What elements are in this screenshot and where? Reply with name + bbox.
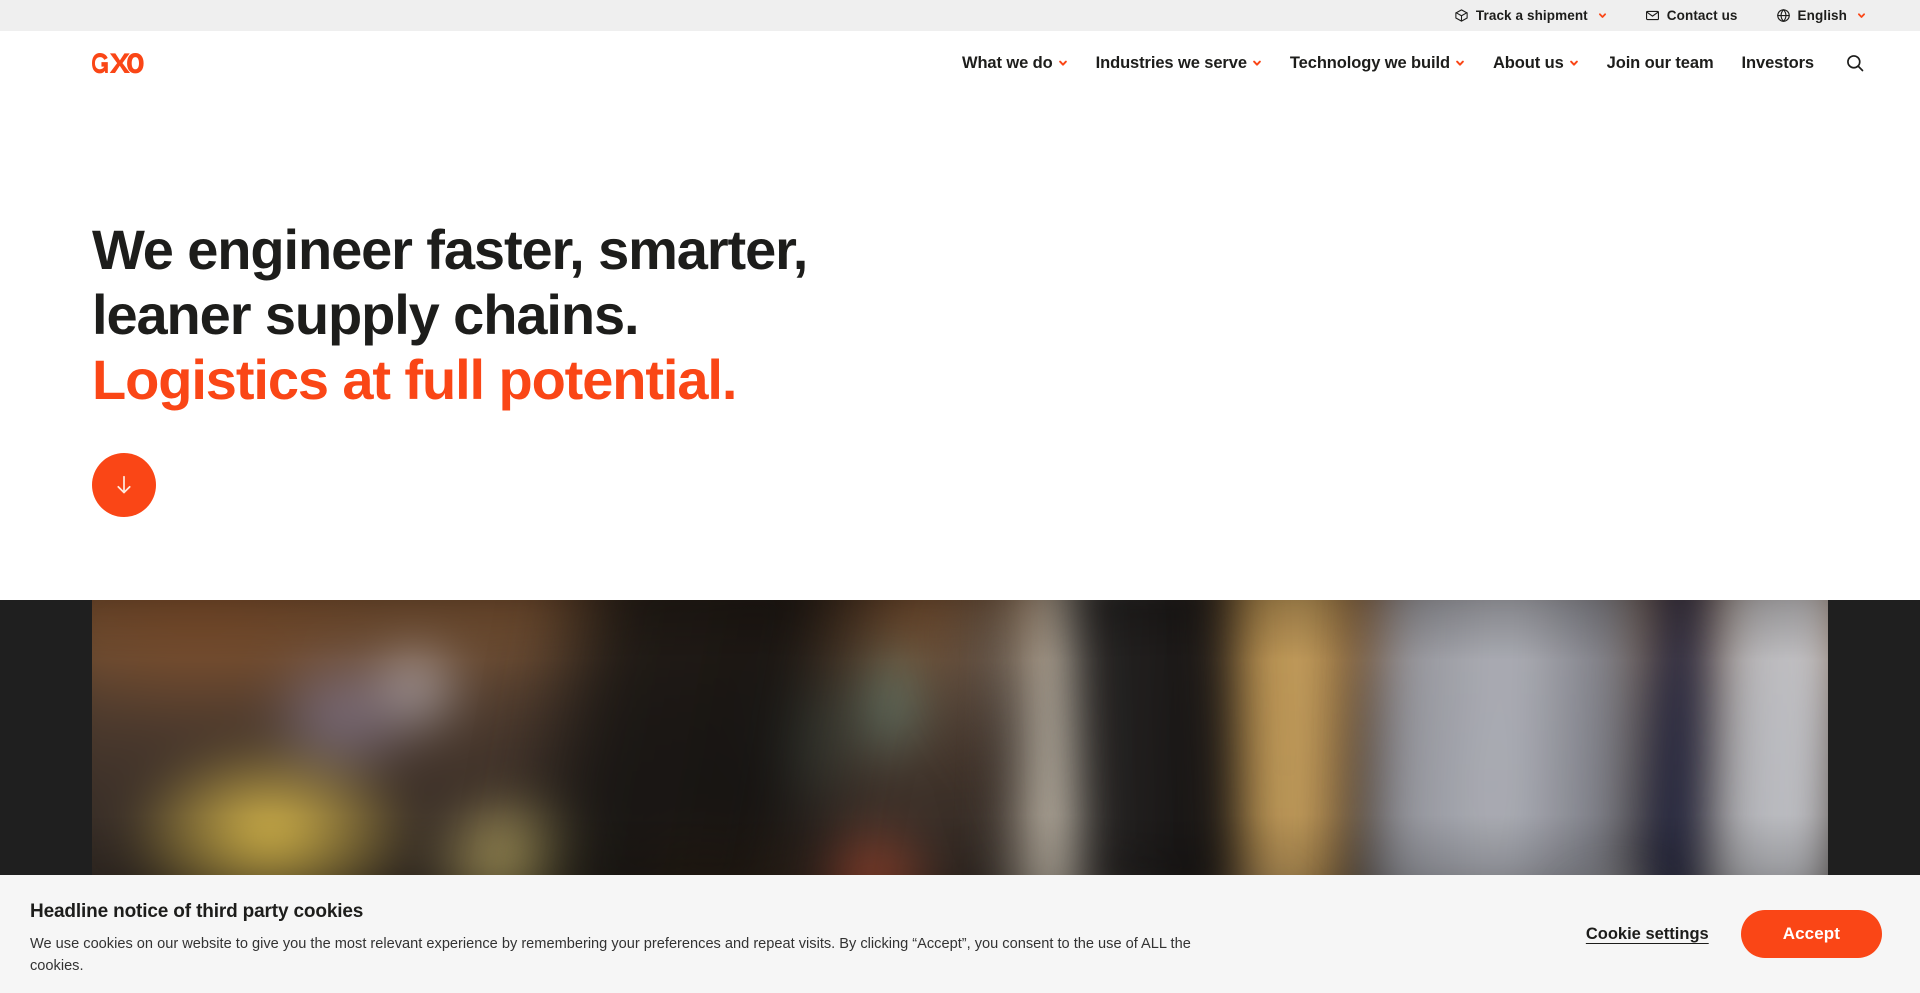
nav-item-about-us[interactable]: About us [1493,54,1579,73]
cookie-banner-title: Headline notice of third party cookies [30,901,364,922]
cookie-consent-banner: Headline notice of third party cookies W… [0,875,1920,993]
hero-content: We engineer faster, smarter, leaner supp… [92,217,808,517]
nav-item-label: About us [1492,53,1564,72]
nav-item-investors[interactable]: Investors [1741,53,1815,73]
nav-item-technology-we-build[interactable]: Technology we build [1290,54,1465,73]
chevron-down-icon [1058,58,1068,68]
nav-item-what-we-do[interactable]: What we do [962,54,1068,73]
hero-image [92,600,1828,875]
cookie-banner-body: We use cookies on our website to give yo… [30,936,1191,974]
utility-item-label: Contact us [1666,7,1738,23]
chevron-down-icon [1569,58,1579,68]
hero-headline-line-3: Logistics at full potential. [92,348,737,411]
utility-item-label: English [1797,7,1847,23]
main-header: What we do Industries we serve Technolog… [0,31,1920,95]
page-root: Track a shipment Contact us English What… [0,0,1920,993]
chevron-down-icon [1252,58,1262,68]
cookie-settings-button[interactable]: Cookie settings [1586,925,1709,944]
chevron-down-icon [1857,11,1866,20]
nav-item-join-our-team[interactable]: Join our team [1607,54,1714,73]
gxo-logo[interactable] [92,48,170,78]
nav-item-label: What we do [961,53,1053,72]
hero-section: We engineer faster, smarter, leaner supp… [0,95,1920,600]
primary-navigation: What we do Industries we serve Technolog… [962,52,1866,74]
nav-item-label: Technology we build [1289,53,1450,72]
utility-item-contact-us[interactable]: Contact us [1645,8,1738,23]
hero-media-band [0,600,1920,875]
utility-bar: Track a shipment Contact us English [0,0,1920,31]
utility-item-language[interactable]: English [1776,8,1866,23]
arrow-down-icon [113,473,135,497]
nav-item-label: Join our team [1606,53,1714,72]
search-icon[interactable] [1844,52,1866,74]
nav-item-industries-we-serve[interactable]: Industries we serve [1096,54,1262,73]
hero-headline-line-1: We engineer faster, smarter, [92,218,808,281]
nav-item-label: Industries we serve [1095,53,1247,72]
chevron-down-icon [1598,11,1607,20]
scroll-down-button[interactable] [92,453,156,517]
package-icon [1454,8,1469,23]
utility-item-label: Track a shipment [1475,7,1588,23]
chevron-down-icon [1455,58,1465,68]
hero-headline-line-2: leaner supply chains. [92,283,640,346]
nav-item-label: Investors [1741,53,1815,72]
globe-icon [1776,8,1791,23]
accept-cookies-button[interactable]: Accept [1740,910,1882,958]
cookie-banner-actions: Cookie settings Accept [1586,910,1882,958]
utility-item-track-a-shipment[interactable]: Track a shipment [1454,8,1607,23]
page-title: We engineer faster, smarter, leaner supp… [92,217,808,412]
envelope-icon [1645,8,1660,23]
cookie-banner-text: Headline notice of third party cookies W… [30,901,1280,977]
hero-image-vignette [92,600,1828,875]
